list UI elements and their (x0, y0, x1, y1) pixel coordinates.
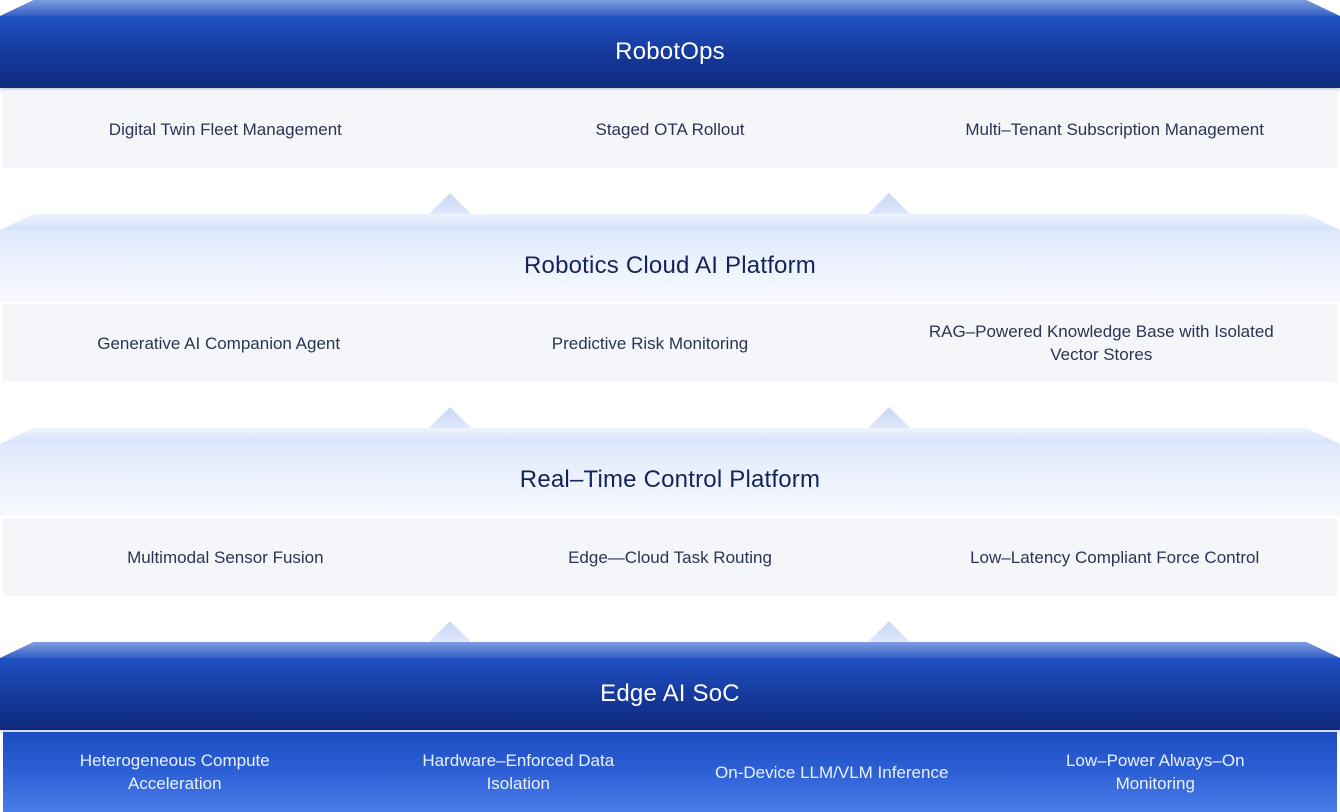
layer-title-control-platform: Real–Time Control Platform (0, 444, 1340, 516)
layer-title-text: Real–Time Control Platform (519, 466, 821, 493)
connector-arrow (428, 193, 472, 215)
layer-title-robotops: RobotOps (0, 16, 1340, 88)
layer-item: Digital Twin Fleet Management (108, 119, 342, 139)
layer-items-soc: Heterogeneous Compute Acceleration Hardw… (3, 732, 1337, 812)
connector-arrow (428, 621, 472, 643)
connector-arrow (867, 621, 911, 643)
layer-title-text: RobotOps (615, 38, 725, 65)
layer-item: Multimodal Sensor Fusion (127, 547, 324, 567)
layer-item: Generative AI Companion Agent (97, 333, 341, 353)
connector-arrow (867, 407, 911, 429)
robotops-bevel (0, 0, 1340, 16)
connector-arrow (867, 193, 911, 215)
layer-items-robotops: Digital Twin Fleet Management Staged OTA… (3, 90, 1337, 168)
control-platform-bevel (0, 428, 1340, 444)
layer-item: Multi–Tenant Subscription Management (965, 119, 1264, 139)
layer-item: RAG–Powered Knowledge Base with Isolated… (928, 322, 1274, 364)
layer-title-cloud-platform: Robotics Cloud AI Platform (0, 230, 1340, 302)
layer-item: Low–Latency Compliant Force Control (970, 547, 1260, 567)
cloud-platform-bevel (0, 214, 1340, 230)
layer-item: Low–Power Always–On Monitoring (1065, 751, 1245, 793)
layer-title-soc: Edge AI SoC (0, 658, 1340, 730)
layer-title-text: Robotics Cloud AI Platform (524, 252, 816, 279)
layer-items-control-platform: Multimodal Sensor Fusion Edge—Cloud Task… (3, 518, 1337, 596)
layer-item: Hardware–Enforced Data Isolation (422, 751, 615, 793)
layer-item: Heterogeneous Compute Acceleration (79, 751, 270, 793)
layer-item: Staged OTA Rollout (595, 119, 745, 139)
layer-item: Edge—Cloud Task Routing (568, 547, 772, 567)
layer-items-cloud-platform: Generative AI Companion Agent Predictive… (3, 304, 1337, 382)
connector-arrow (428, 407, 472, 429)
layer-title-text: Edge AI SoC (600, 680, 740, 707)
soc-bevel (0, 642, 1340, 658)
layer-item: Predictive Risk Monitoring (551, 333, 749, 353)
layer-item: On-Device LLM/VLM Inference (715, 762, 949, 782)
